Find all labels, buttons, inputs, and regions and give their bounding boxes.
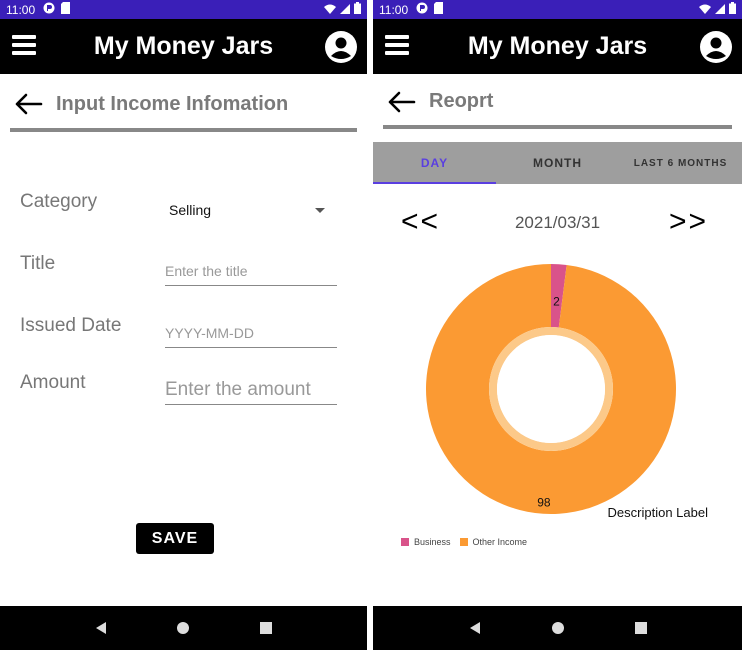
report-screen: 11:00 My Money Jars Reoprt DAY MONTH LAS… [373,0,742,650]
notification-icon [43,2,55,17]
chart-description-label: Description Label [607,505,708,520]
nav-home-button[interactable] [548,618,568,638]
system-nav-bar [373,606,742,650]
square-icon [259,622,272,634]
battery-icon [354,2,361,17]
issued-date-input[interactable]: YYYY-MM-DD [165,318,337,348]
account-button[interactable] [325,31,357,63]
hamburger-icon [385,35,409,39]
category-row: Category Selling [20,189,337,229]
amount-input[interactable]: Enter the amount [165,375,337,405]
chart-legend: Business Other Income [401,537,536,547]
account-button[interactable] [700,31,732,63]
category-select[interactable]: Selling [169,195,325,225]
issued-date-label: Issued Date [20,315,122,336]
legend-label: Other Income [472,537,528,547]
title-row: Title Enter the title [20,251,337,291]
wifi-icon [324,3,336,17]
slice-value-label: 2 [553,295,560,309]
tab-day[interactable]: DAY [373,142,496,184]
next-date-button[interactable]: >> [669,205,708,239]
slice-value-label: 98 [537,495,551,509]
amount-row: Amount Enter the amount [20,370,337,410]
account-circle-icon [325,31,357,63]
amount-label: Amount [20,372,86,393]
income-input-screen: 11:00 My Money Jars Input Income Infomat… [0,0,367,650]
app-bar: My Money Jars [373,19,742,74]
nav-back-button[interactable] [465,618,485,638]
app-title: My Money Jars [467,32,648,60]
page-header: Input Income Infomation [10,80,357,132]
status-bar: 11:00 [373,0,742,19]
tab-month[interactable]: MONTH [496,142,619,184]
page-title: Reoprt [429,90,494,112]
system-nav-bar [0,606,367,650]
menu-button[interactable] [12,35,36,57]
sd-card-icon [61,2,71,17]
period-tabs: DAY MONTH LAST 6 MONTHS [373,142,742,184]
category-label: Category [20,191,98,212]
battery-icon [729,2,736,17]
circle-icon [551,622,564,634]
back-button[interactable] [387,90,417,114]
triangle-left-icon [96,622,107,634]
donut-hole [497,335,605,443]
square-icon [634,622,647,634]
arrow-left-icon [15,93,43,115]
app-bar: My Money Jars [0,19,367,74]
hamburger-icon [12,35,36,39]
legend-label: Business [414,537,451,547]
account-circle-icon [700,31,732,63]
sd-card-icon [434,2,444,17]
caret-down-icon [315,207,325,213]
title-label: Title [20,253,56,274]
legend-entry-other-income: Other Income [459,537,528,547]
issued-date-row: Issued Date YYYY-MM-DD [20,313,337,353]
menu-button[interactable] [385,35,409,57]
legend-entry-business: Business [401,537,451,547]
notification-icon [416,2,428,17]
wifi-icon [699,3,711,17]
save-button[interactable]: SAVE [136,523,214,554]
status-bar: 11:00 [0,0,367,19]
page-title: Input Income Infomation [56,92,289,115]
circle-icon [177,622,190,634]
nav-recents-button[interactable] [631,618,651,638]
page-header: Reoprt [383,78,732,129]
nav-back-button[interactable] [91,618,111,638]
date-navigator: << 2021/03/31 >> [373,205,742,245]
signal-icon [715,3,725,17]
nav-home-button[interactable] [173,618,193,638]
category-value: Selling [169,202,212,218]
arrow-left-icon [388,91,416,112]
legend-swatch [401,538,409,546]
back-button[interactable] [14,92,44,116]
donut-chart-svg: 2 98 [426,264,676,514]
title-input[interactable]: Enter the title [165,256,337,286]
status-time: 11:00 [379,2,409,17]
legend-swatch [459,538,468,546]
status-time: 11:00 [6,2,36,17]
triangle-left-icon [469,622,480,634]
nav-recents-button[interactable] [256,618,276,638]
income-donut-chart: 2 98 Description Label Business Other Inco… [373,255,742,565]
app-title: My Money Jars [93,32,274,60]
tab-last-6-months[interactable]: LAST 6 MONTHS [619,142,742,184]
signal-icon [340,3,350,17]
